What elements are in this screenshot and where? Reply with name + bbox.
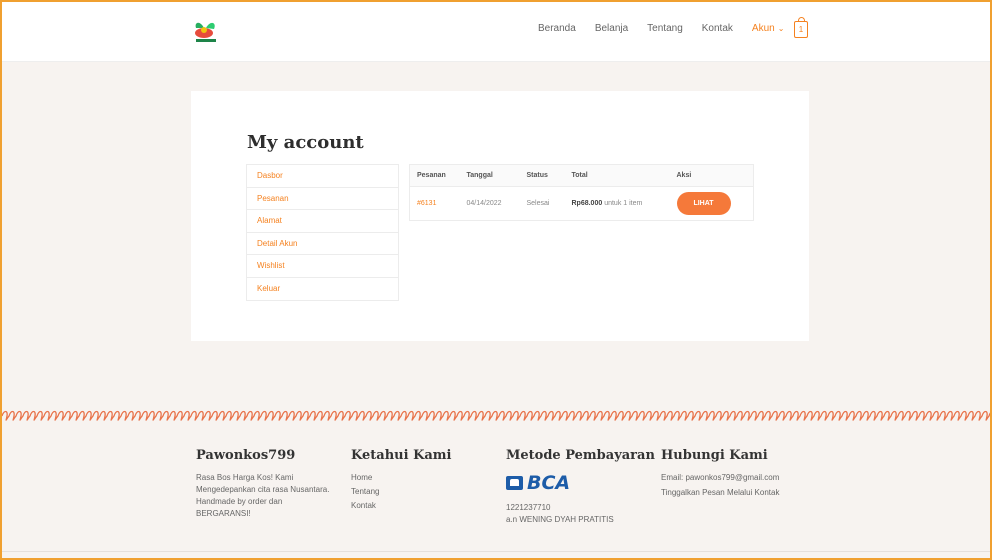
orders-table: Pesanan Tanggal Status Total Aksi #6131 … (409, 164, 754, 221)
bca-logo-text: BCA (527, 472, 571, 494)
footer-contact-title: Hubungi Kami (661, 448, 768, 463)
site-header: Beranda Belanja Tentang Kontak Akun ⌄ 1 (0, 0, 992, 62)
nav-akun-label: Akun (751, 23, 775, 34)
chevron-down-icon: ⌄ (777, 24, 785, 33)
sidebar-item-pesanan[interactable]: Pesanan (247, 188, 398, 210)
col-aksi: Aksi (669, 164, 754, 187)
col-pesanan: Pesanan (409, 164, 460, 187)
cart-icon[interactable]: 1 (794, 17, 808, 38)
order-amount: Rp68.000 (571, 200, 603, 207)
account-sidebar: Dasbor Pesanan Alamat Detail Akun Wishli… (246, 164, 399, 301)
nav-beranda[interactable]: Beranda (538, 23, 576, 34)
order-number[interactable]: #6131 (409, 186, 460, 221)
footer-links-list: Home Tentang Kontak (351, 472, 471, 512)
sidebar-item-keluar[interactable]: Keluar (247, 278, 398, 301)
bca-logo: BCA (506, 472, 646, 494)
order-date: 04/14/2022 (459, 186, 520, 221)
footer-payment-title: Metode Pembayaran (506, 448, 655, 463)
sidebar-item-detail-akun[interactable]: Detail Akun (247, 233, 398, 255)
main-nav: Beranda Belanja Tentang Kontak Akun ⌄ (538, 23, 803, 34)
decorative-wave-divider (2, 410, 990, 421)
col-tanggal: Tanggal (459, 164, 520, 187)
table-row: #6131 04/14/2022 Selesai Rp68.000 untuk … (409, 186, 754, 221)
site-logo[interactable] (190, 18, 224, 46)
footer-contact-note: Tinggalkan Pesan Melalui Kontak (661, 488, 780, 497)
sidebar-item-dasbor[interactable]: Dasbor (247, 165, 398, 188)
col-total: Total (564, 164, 670, 187)
footer-about: Pawonkos799 Rasa Bos Harga Kos! Kami Men… (196, 448, 331, 520)
footer-link-home[interactable]: Home (351, 472, 471, 484)
bca-mark-icon (506, 476, 523, 490)
cart-count: 1 (798, 25, 804, 34)
footer-links-title: Ketahui Kami (351, 448, 452, 463)
order-items-note: untuk 1 item (604, 200, 643, 207)
page-title: My account (247, 132, 364, 153)
order-action-cell: LIHAT (669, 186, 754, 221)
footer-contact: Hubungi Kami Email: pawonkos799@gmail.co… (661, 448, 811, 499)
footer-payment: Metode Pembayaran BCA 1221237710 a.n WEN… (506, 448, 655, 526)
footer-link-tentang[interactable]: Tentang (351, 486, 471, 498)
view-order-button[interactable]: LIHAT (676, 192, 731, 215)
order-status: Selesai (519, 186, 565, 221)
footer-bottom-divider (0, 551, 992, 552)
sidebar-item-wishlist[interactable]: Wishlist (247, 255, 398, 278)
sidebar-item-alamat[interactable]: Alamat (247, 210, 398, 233)
footer-links: Ketahui Kami Home Tentang Kontak (351, 448, 471, 512)
col-status: Status (519, 164, 565, 187)
footer-contact-email[interactable]: Email: pawonkos799@gmail.com (661, 472, 811, 484)
bank-account-name: a.n WENING DYAH PRATITIS (506, 515, 614, 524)
nav-akun[interactable]: Akun ⌄ (752, 23, 785, 34)
bank-account-number: 1221237710 (506, 503, 551, 512)
table-header-row: Pesanan Tanggal Status Total Aksi (409, 164, 754, 187)
nav-belanja[interactable]: Belanja (595, 23, 628, 34)
order-total: Rp68.000 untuk 1 item (564, 186, 670, 221)
footer-about-title: Pawonkos799 (196, 448, 296, 463)
footer-link-kontak[interactable]: Kontak (351, 500, 471, 512)
footer-about-text: Rasa Bos Harga Kos! Kami Mengedepankan c… (196, 473, 330, 518)
nav-kontak[interactable]: Kontak (702, 23, 733, 34)
nav-tentang[interactable]: Tentang (647, 23, 683, 34)
